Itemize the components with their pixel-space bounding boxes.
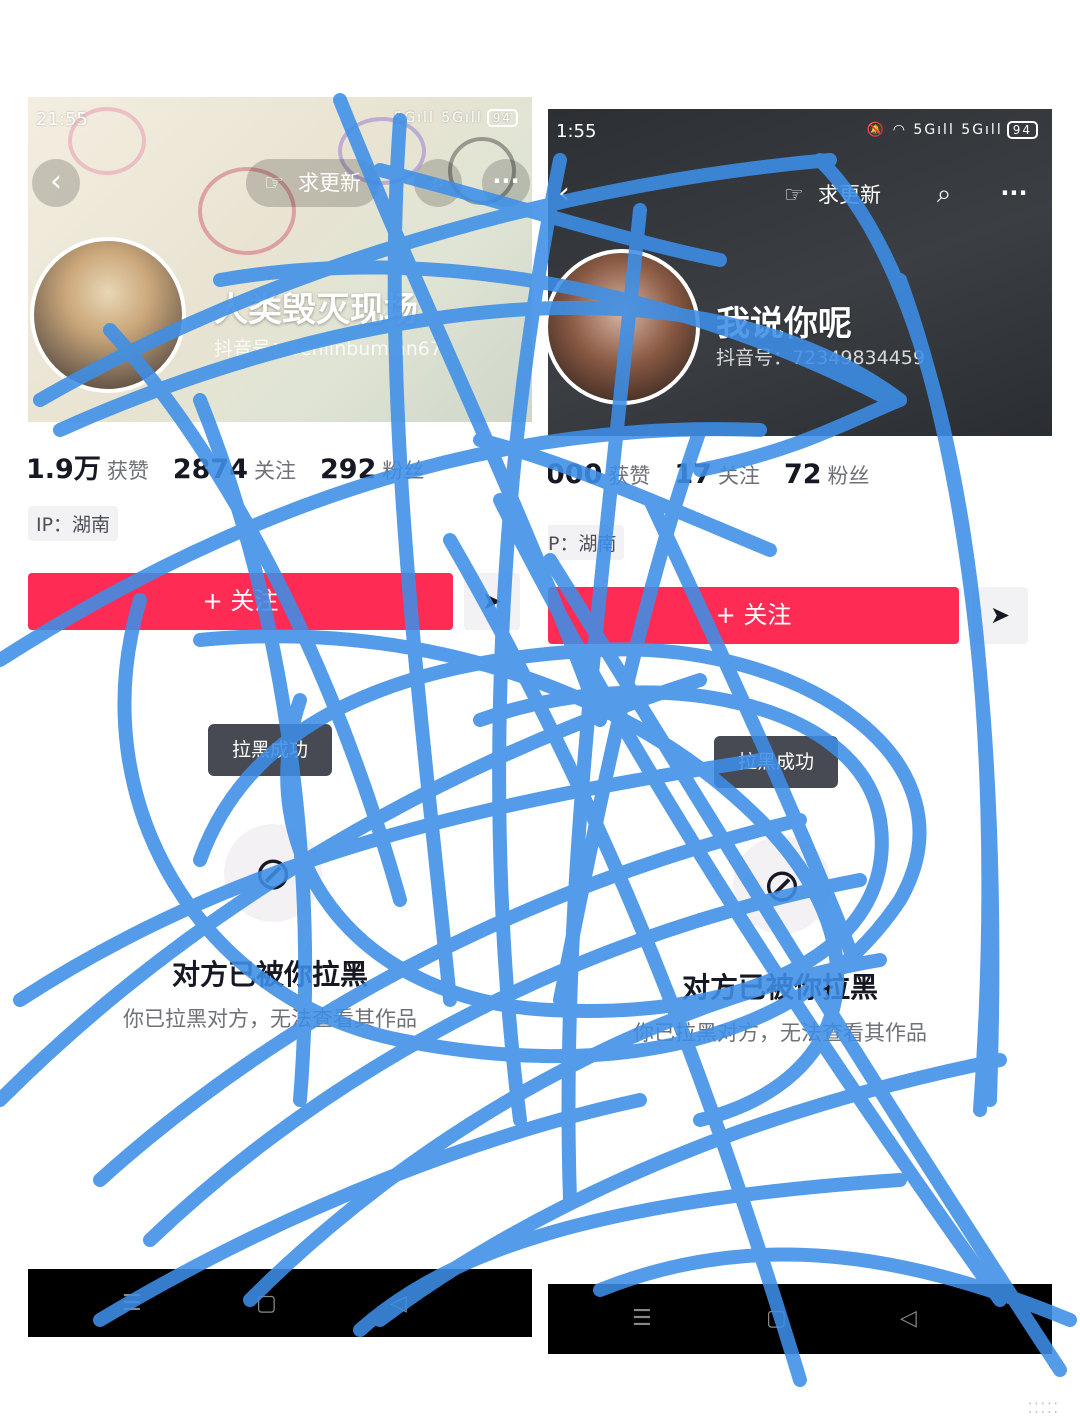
back-nav-icon[interactable]: ◁ (390, 1291, 407, 1316)
follow-button[interactable]: + 关注 (548, 587, 959, 644)
back-nav-icon[interactable]: ◁ (900, 1306, 917, 1331)
follow-button[interactable]: + 关注 (28, 573, 453, 630)
followers-count[interactable]: 72 (784, 459, 822, 490)
profile-header-banner: 21:55 5Gıll 5Gıll 94 ‹ ☞ 求更新 ⌕ ··· 人类毁灭现场 … (28, 97, 532, 422)
douyin-id[interactable]: 抖音号：72349834459 (716, 343, 925, 370)
blocked-title: 对方已被你拉黑 (681, 971, 878, 1004)
blocked-title: 对方已被你拉黑 (171, 958, 368, 991)
hand-pointer-icon: ☞ (784, 183, 804, 208)
menu-icon[interactable]: ☰ (632, 1306, 652, 1331)
chevron-left-icon: ‹ (558, 176, 570, 211)
top-nav: ‹ ☞ 求更新 ⌕ ··· (28, 159, 532, 215)
block-icon: ⊘ (224, 824, 322, 922)
ip-location-tag: IP：湖南 (28, 506, 119, 541)
watermark: ⁚⁚⁚⁚⁚ (1027, 1401, 1060, 1417)
toast-message: 拉黑成功 (208, 724, 333, 776)
followers-label[interactable]: 粉丝 (828, 464, 870, 488)
blocked-subtitle: 你已拉黑对方，无法查看其作品 (633, 1021, 927, 1045)
status-time: 21:55 (36, 109, 88, 130)
more-dots-icon: ··· (492, 167, 520, 195)
status-bar: 1:55 🔕 ◠ 5Gıll 5Gıll 94 (556, 121, 1038, 145)
more-button[interactable]: ··· (990, 171, 1038, 219)
profile-stats: 000 获赞 17 关注 72 粉丝 (548, 459, 894, 490)
ip-location-tag: P：湖南 (548, 525, 625, 560)
avatar[interactable] (548, 249, 700, 405)
system-navigation-bar: ☰ ▢ ◁ (548, 1284, 1052, 1354)
profile-stats: 1.9万 获赞 2874 关注 292 粉丝 (28, 447, 448, 486)
status-time: 1:55 (556, 121, 597, 142)
followers-count[interactable]: 292 (320, 454, 376, 485)
search-button[interactable]: ⌕ (920, 171, 968, 219)
status-icons: 🔕 ◠ 5Gıll 5Gıll 94 (867, 121, 1038, 139)
blocked-subtitle: 你已拉黑对方，无法查看其作品 (123, 1007, 417, 1031)
block-icon: ⊘ (733, 836, 831, 934)
search-button[interactable]: ⌕ (414, 159, 462, 207)
status-icons: 5Gıll 5Gıll 94 (393, 109, 518, 127)
battery-icon: 94 (1006, 121, 1038, 139)
send-icon: ➤ (481, 587, 503, 615)
back-button[interactable]: ‹ (548, 171, 588, 219)
home-icon[interactable]: ▢ (766, 1306, 787, 1331)
search-icon: ⌕ (430, 167, 446, 197)
toast-message: 拉黑成功 (714, 736, 839, 788)
followers-label[interactable]: 粉丝 (382, 459, 424, 483)
hand-pointer-icon: ☞ (264, 171, 284, 196)
following-count[interactable]: 17 (674, 459, 712, 490)
status-bar: 21:55 5Gıll 5Gıll 94 (36, 109, 518, 133)
top-nav: ‹ ☞ 求更新 ⌕ ··· (548, 171, 1052, 227)
douyin-id[interactable]: 抖音号：senlinbumian67 (214, 334, 442, 361)
search-icon: ⌕ (936, 179, 952, 209)
send-icon: ➤ (989, 601, 1011, 629)
request-update-button[interactable]: ☞ 求更新 (766, 171, 899, 219)
request-update-button[interactable]: ☞ 求更新 (246, 159, 379, 207)
following-label[interactable]: 关注 (718, 464, 760, 488)
system-navigation-bar: ☰ ▢ ◁ (28, 1269, 532, 1337)
home-icon[interactable]: ▢ (256, 1291, 277, 1316)
profile-nickname: 我说你呢 (716, 304, 852, 344)
more-button[interactable]: ··· (482, 159, 530, 207)
following-label[interactable]: 关注 (254, 459, 296, 483)
likes-count: 000 (548, 459, 603, 490)
likes-label: 获赞 (106, 459, 149, 483)
menu-icon[interactable]: ☰ (122, 1291, 142, 1316)
back-button[interactable]: ‹ (32, 159, 80, 207)
likes-count: 1.9万 (28, 454, 101, 485)
phone-screenshot-right: 1:55 🔕 ◠ 5Gıll 5Gıll 94 ‹ ☞ 求更新 ⌕ ··· 我说你呢… (548, 109, 1052, 1354)
profile-nickname: 人类毁灭现场 (214, 290, 418, 330)
likes-label: 获赞 (608, 464, 651, 488)
phone-screenshot-left: 21:55 5Gıll 5Gıll 94 ‹ ☞ 求更新 ⌕ ··· 人类毁灭现场 … (28, 97, 532, 1337)
profile-header-banner: 1:55 🔕 ◠ 5Gıll 5Gıll 94 ‹ ☞ 求更新 ⌕ ··· 我说你呢… (548, 109, 1052, 436)
share-button[interactable]: ➤ (972, 587, 1028, 644)
following-count[interactable]: 2874 (173, 454, 248, 485)
chevron-left-icon: ‹ (50, 164, 62, 199)
share-button[interactable]: ➤ (464, 573, 520, 630)
battery-icon: 94 (486, 109, 518, 127)
avatar[interactable] (30, 237, 186, 393)
more-dots-icon: ··· (1000, 179, 1028, 207)
